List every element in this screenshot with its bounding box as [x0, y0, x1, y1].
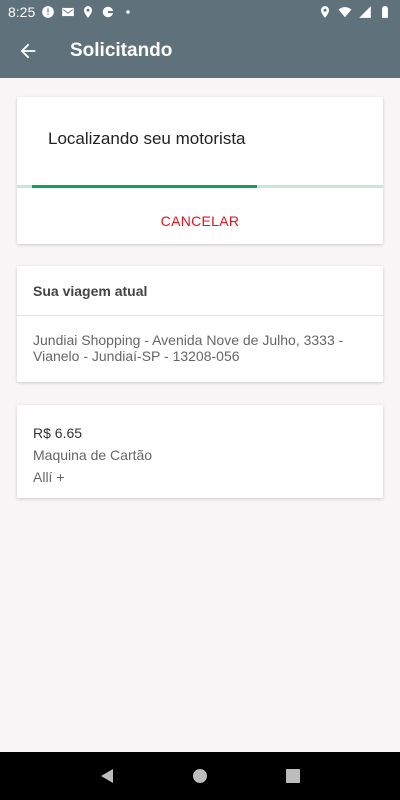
system-nav-bar	[0, 752, 400, 800]
nav-back-button[interactable]	[91, 760, 123, 792]
search-progress-bar	[17, 185, 383, 188]
signal-icon	[358, 5, 372, 19]
nav-recents-button[interactable]	[277, 760, 309, 792]
payment-extra: Allí +	[33, 469, 65, 485]
current-trip-card: Sua viagem atual Jundiai Shopping - Aven…	[17, 266, 383, 382]
searching-driver-text: Localizando seu motorista	[48, 129, 246, 148]
sync-icon	[41, 5, 55, 19]
trip-header: Sua viagem atual	[17, 266, 383, 316]
gmail-icon	[61, 5, 75, 19]
payment-method: Maquina de Cartão	[33, 447, 153, 463]
recents-square-icon	[286, 769, 301, 783]
cancel-button[interactable]: CANCELAR	[17, 201, 383, 241]
battery-icon	[378, 5, 392, 19]
wifi-icon	[338, 5, 352, 19]
trip-price: R$ 6.65	[33, 425, 83, 441]
app-bar: Solicitando	[0, 24, 400, 78]
location-icon	[318, 5, 332, 19]
arrow-back-icon	[20, 43, 36, 59]
page-title: Solicitando	[70, 40, 173, 61]
search-progress-fill	[32, 185, 257, 188]
status-bar-right	[318, 5, 392, 19]
location-icon	[81, 5, 95, 19]
trip-address: Jundiai Shopping - Avenida Nove de Julho…	[33, 332, 344, 364]
back-button[interactable]	[0, 24, 56, 78]
status-bar: 8:25	[0, 0, 400, 24]
back-triangle-icon	[100, 769, 113, 783]
google-icon	[101, 5, 115, 19]
driver-search-card: Localizando seu motorista CANCELAR	[17, 97, 383, 244]
status-bar-left: 8:25	[8, 4, 135, 20]
nav-home-button[interactable]	[184, 760, 216, 792]
home-circle-icon	[192, 769, 207, 783]
payment-card: R$ 6.65 Maquina de Cartão Allí +	[17, 405, 383, 498]
dot-icon	[121, 5, 135, 19]
status-time: 8:25	[8, 4, 36, 20]
